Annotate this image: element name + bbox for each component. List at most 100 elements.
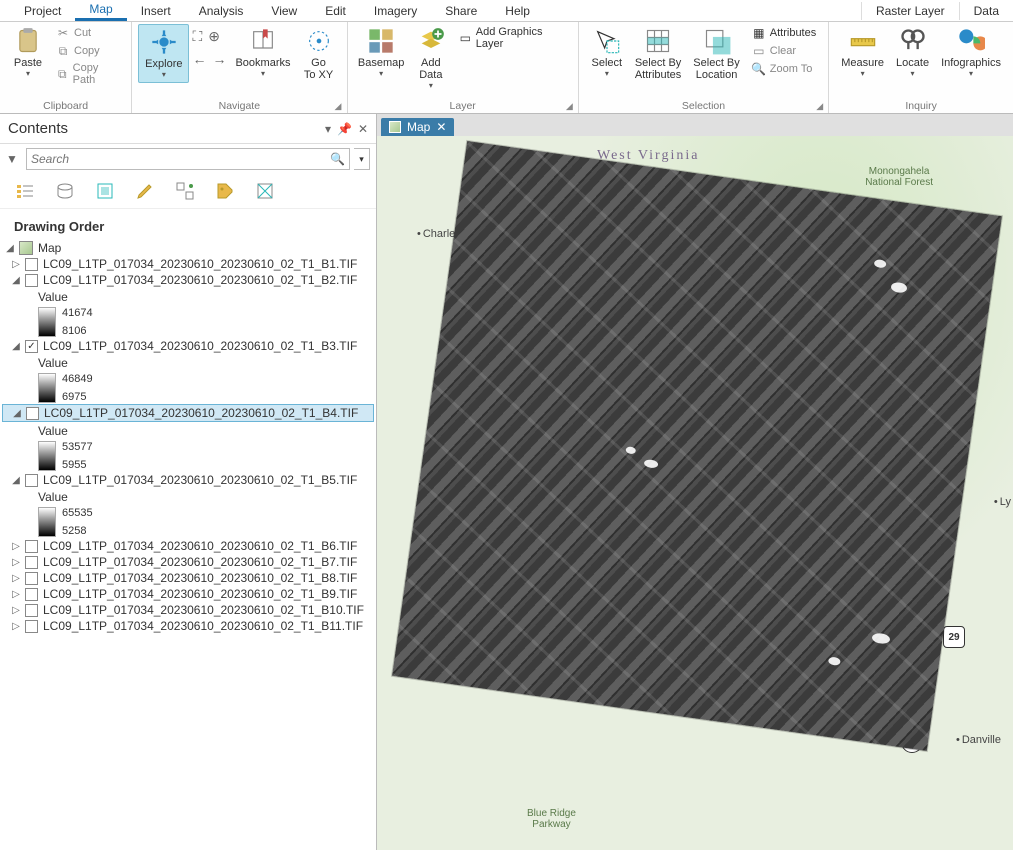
expand-icon[interactable]: ▷ xyxy=(10,541,22,552)
measure-label: Measure xyxy=(841,57,884,69)
close-tab-icon[interactable]: ✕ xyxy=(436,120,446,134)
contents-search-input[interactable] xyxy=(31,152,326,166)
ramp-low-value: 5258 xyxy=(62,525,93,537)
contents-tree[interactable]: Drawing Order ◢ Map ▷LC09_L1TP_017034_20… xyxy=(0,209,376,850)
layer-row[interactable]: ◢LC09_L1TP_017034_20230610_20230610_02_T… xyxy=(2,404,374,422)
map-node[interactable]: ◢ Map xyxy=(2,240,374,256)
select-by-location-button[interactable]: Select By Location xyxy=(687,24,745,84)
select-label: Select xyxy=(592,57,623,69)
expand-icon[interactable]: ▷ xyxy=(10,557,22,568)
layer-visibility-checkbox[interactable] xyxy=(25,620,38,633)
menu-analysis[interactable]: Analysis xyxy=(185,2,258,20)
collapse-icon[interactable]: ◢ xyxy=(10,275,22,286)
layer-row[interactable]: ◢✓LC09_L1TP_017034_20230610_20230610_02_… xyxy=(2,338,374,354)
list-by-drawing-order-button[interactable] xyxy=(14,180,36,202)
attributes-button[interactable]: ▦Attributes xyxy=(749,25,819,41)
layer-visibility-checkbox[interactable] xyxy=(25,258,38,271)
search-dropdown[interactable]: ▾ xyxy=(354,148,370,170)
layer-visibility-checkbox[interactable] xyxy=(25,556,38,569)
explore-button[interactable]: Explore ▾ xyxy=(138,24,189,83)
cut-button[interactable]: ✂Cut xyxy=(53,25,122,41)
map-canvas[interactable]: West Virginia Charleston Danville Ly Mon… xyxy=(377,136,1013,850)
basemap-button[interactable]: Basemap ▾ xyxy=(354,24,409,81)
list-by-selection-button[interactable] xyxy=(94,180,116,202)
paste-button[interactable]: Paste ▾ xyxy=(6,24,50,81)
layer-row[interactable]: ◢LC09_L1TP_017034_20230610_20230610_02_T… xyxy=(2,472,374,488)
layer-visibility-checkbox[interactable] xyxy=(25,274,38,287)
layer-row[interactable]: ◢LC09_L1TP_017034_20230610_20230610_02_T… xyxy=(2,272,374,288)
park-label-monongahela: Monongahela National Forest xyxy=(865,166,933,188)
collapse-icon[interactable]: ◢ xyxy=(10,341,22,352)
layer-dialog-launcher[interactable]: ◢ xyxy=(566,101,576,111)
filter-icon[interactable]: ▼ xyxy=(6,152,22,166)
expand-icon[interactable]: ▷ xyxy=(10,621,22,632)
prev-extent-icon[interactable]: ← xyxy=(192,51,206,67)
goto-xy-button[interactable]: Go To XY xyxy=(297,24,341,84)
layer-visibility-checkbox[interactable] xyxy=(25,604,38,617)
menu-imagery[interactable]: Imagery xyxy=(360,2,431,20)
basemap-label: Basemap xyxy=(358,57,404,69)
map-icon xyxy=(19,241,33,255)
copy-button[interactable]: ⧉Copy xyxy=(53,43,122,59)
clear-selection-button[interactable]: ▭Clear xyxy=(749,43,819,59)
navigate-dialog-launcher[interactable]: ◢ xyxy=(335,101,345,111)
layer-row[interactable]: ▷LC09_L1TP_017034_20230610_20230610_02_T… xyxy=(2,538,374,554)
menu-share[interactable]: Share xyxy=(431,2,491,20)
layer-row[interactable]: ▷LC09_L1TP_017034_20230610_20230610_02_T… xyxy=(2,618,374,634)
layer-symbology: Value655355258 xyxy=(2,488,374,538)
expand-icon[interactable]: ▷ xyxy=(10,605,22,616)
list-by-perceptual-button[interactable] xyxy=(254,180,276,202)
menu-map[interactable]: Map xyxy=(75,0,126,21)
layer-row[interactable]: ▷LC09_L1TP_017034_20230610_20230610_02_T… xyxy=(2,554,374,570)
color-ramp xyxy=(38,373,56,403)
add-data-button[interactable]: Add Data ▾ xyxy=(409,24,453,93)
menu-insert[interactable]: Insert xyxy=(127,2,185,20)
menu-edit[interactable]: Edit xyxy=(311,2,360,20)
menu-project[interactable]: Project xyxy=(10,2,75,20)
list-by-snapping-button[interactable] xyxy=(174,180,196,202)
city-label-lynchburg: Ly xyxy=(994,496,1011,508)
zoom-to-selection-button[interactable]: 🔍Zoom To xyxy=(749,61,819,77)
collapse-icon[interactable]: ◢ xyxy=(10,475,22,486)
fixed-zoom-in-icon[interactable]: ⊕ xyxy=(208,28,220,45)
bookmarks-button[interactable]: Bookmarks ▾ xyxy=(229,24,296,81)
measure-button[interactable]: Measure ▾ xyxy=(835,24,890,81)
list-by-source-button[interactable] xyxy=(54,180,76,202)
close-pane-icon[interactable]: ✕ xyxy=(358,122,368,136)
select-button[interactable]: Select ▾ xyxy=(585,24,629,81)
layer-row[interactable]: ▷LC09_L1TP_017034_20230610_20230610_02_T… xyxy=(2,256,374,272)
add-graphics-layer-button[interactable]: ▭ Add Graphics Layer xyxy=(456,25,569,51)
list-by-labeling-button[interactable] xyxy=(214,180,236,202)
layer-visibility-checkbox[interactable] xyxy=(25,572,38,585)
expand-icon[interactable]: ▷ xyxy=(10,573,22,584)
menu-view[interactable]: View xyxy=(257,2,311,20)
infographics-button[interactable]: Infographics ▾ xyxy=(935,24,1007,81)
full-extent-icon[interactable]: ⛶ xyxy=(192,28,202,45)
collapse-icon[interactable]: ◢ xyxy=(11,408,23,419)
next-extent-icon[interactable]: → xyxy=(212,51,226,67)
menu-help[interactable]: Help xyxy=(491,2,544,20)
layer-visibility-checkbox[interactable] xyxy=(25,474,38,487)
ramp-high-value: 46849 xyxy=(62,373,93,385)
select-by-attributes-button[interactable]: Select By Attributes xyxy=(629,24,687,84)
pane-menu-icon[interactable]: ▾ xyxy=(325,122,331,136)
layer-row[interactable]: ▷LC09_L1TP_017034_20230610_20230610_02_T… xyxy=(2,602,374,618)
autohide-icon[interactable]: 📌 xyxy=(337,122,352,136)
collapse-icon[interactable]: ◢ xyxy=(4,243,16,254)
layer-visibility-checkbox[interactable]: ✓ xyxy=(25,340,38,353)
layer-row[interactable]: ▷LC09_L1TP_017034_20230610_20230610_02_T… xyxy=(2,570,374,586)
expand-icon[interactable]: ▷ xyxy=(10,259,22,270)
map-tab[interactable]: Map ✕ xyxy=(381,118,454,136)
selection-dialog-launcher[interactable]: ◢ xyxy=(816,101,826,111)
search-icon[interactable]: 🔍 xyxy=(330,152,345,166)
context-tab-data[interactable]: Data xyxy=(959,2,1013,20)
layer-row[interactable]: ▷LC09_L1TP_017034_20230610_20230610_02_T… xyxy=(2,586,374,602)
expand-icon[interactable]: ▷ xyxy=(10,589,22,600)
copy-path-button[interactable]: ⧉Copy Path xyxy=(53,61,122,87)
layer-visibility-checkbox[interactable] xyxy=(26,407,39,420)
list-by-editing-button[interactable] xyxy=(134,180,156,202)
layer-visibility-checkbox[interactable] xyxy=(25,540,38,553)
locate-button[interactable]: Locate ▾ xyxy=(890,24,935,81)
context-tab-raster-layer[interactable]: Raster Layer xyxy=(861,2,959,20)
layer-visibility-checkbox[interactable] xyxy=(25,588,38,601)
